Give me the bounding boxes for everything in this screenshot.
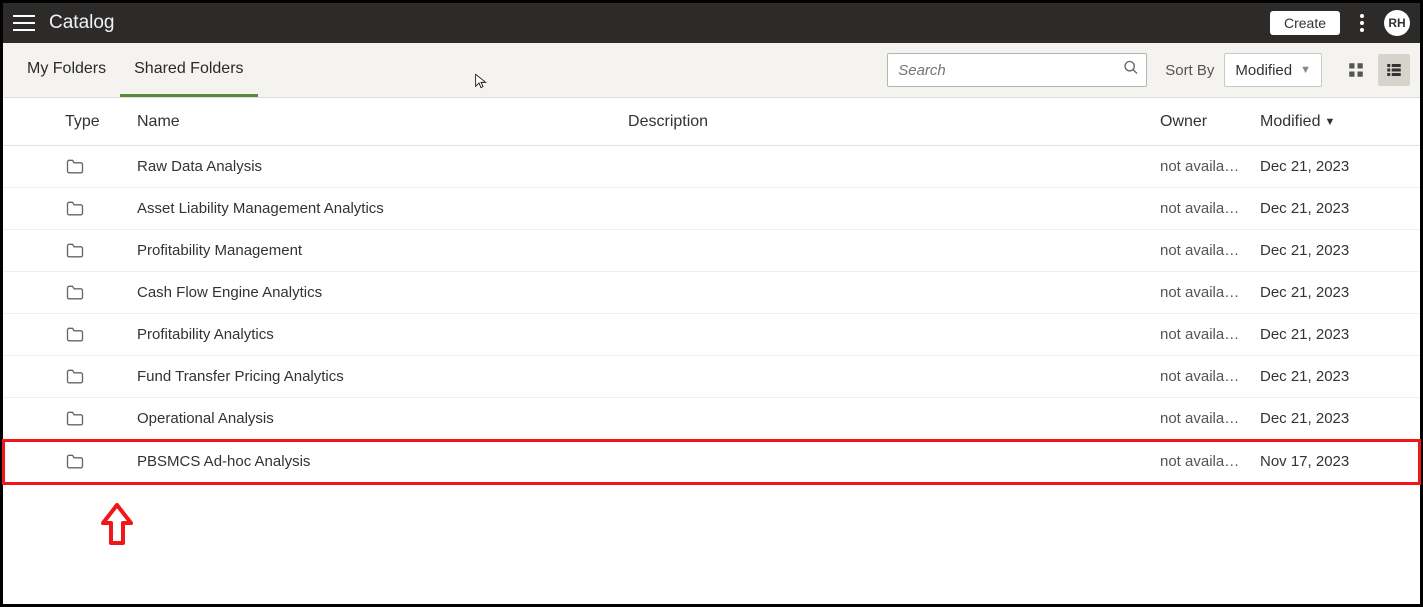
cell-name: Fund Transfer Pricing Analytics: [137, 368, 628, 385]
cell-owner: not availa…: [1160, 284, 1260, 301]
sub-bar: My Folders Shared Folders Sort By Modifi…: [3, 43, 1420, 98]
table-row[interactable]: Profitability Analytics not availa…Dec 21…: [3, 314, 1420, 356]
cell-owner: not availa…: [1160, 242, 1260, 259]
column-header-description[interactable]: Description: [628, 113, 1160, 131]
cell-name: Operational Analysis: [137, 410, 628, 427]
annotation-up-arrow-icon: [101, 503, 133, 547]
folder-icon: [65, 157, 137, 177]
cell-owner: not availa…: [1160, 200, 1260, 217]
top-bar: Catalog Create RH: [3, 3, 1420, 43]
cell-modified: Dec 21, 2023: [1260, 242, 1400, 259]
sort-descending-icon: ▼: [1324, 116, 1335, 128]
sort-select[interactable]: Modified ▼: [1224, 53, 1322, 87]
cell-owner: not availa…: [1160, 410, 1260, 427]
column-header-modified[interactable]: Modified ▼: [1260, 113, 1400, 131]
cell-name: PBSMCS Ad-hoc Analysis: [137, 453, 628, 470]
cell-modified: Dec 21, 2023: [1260, 368, 1400, 385]
cell-name: Cash Flow Engine Analytics: [137, 284, 628, 301]
app-title: Catalog: [49, 12, 115, 34]
hamburger-menu-icon[interactable]: [13, 12, 35, 34]
cell-owner: not availa…: [1160, 453, 1260, 470]
cell-modified: Dec 21, 2023: [1260, 284, 1400, 301]
sort-selected-value: Modified: [1235, 62, 1292, 79]
search-container: [887, 53, 1147, 87]
column-header-owner[interactable]: Owner: [1160, 113, 1260, 131]
folder-tabs: My Folders Shared Folders: [13, 43, 258, 97]
table-row[interactable]: Raw Data Analysis not availa…Dec 21, 2023: [3, 146, 1420, 188]
folder-icon: [65, 325, 137, 345]
folder-icon: [65, 367, 137, 387]
tab-shared-folders[interactable]: Shared Folders: [120, 43, 257, 97]
catalog-table: Type Name Description Owner Modified ▼ R…: [3, 98, 1420, 484]
chevron-down-icon: ▼: [1300, 64, 1311, 76]
table-row[interactable]: Asset Liability Management Analytics not …: [3, 188, 1420, 230]
cell-name: Profitability Analytics: [137, 326, 628, 343]
cell-owner: not availa…: [1160, 326, 1260, 343]
column-header-type[interactable]: Type: [65, 113, 137, 131]
cell-name: Raw Data Analysis: [137, 158, 628, 175]
view-toggle: [1340, 54, 1410, 86]
cell-modified: Dec 21, 2023: [1260, 158, 1400, 175]
table-row[interactable]: Cash Flow Engine Analytics not availa…Dec…: [3, 272, 1420, 314]
tab-my-folders[interactable]: My Folders: [13, 43, 120, 97]
more-actions-icon[interactable]: [1350, 11, 1374, 35]
folder-icon: [65, 199, 137, 219]
cell-owner: not availa…: [1160, 368, 1260, 385]
column-header-name[interactable]: Name: [137, 113, 628, 131]
cell-modified: Nov 17, 2023: [1260, 453, 1400, 470]
cell-modified: Dec 21, 2023: [1260, 410, 1400, 427]
table-row[interactable]: PBSMCS Ad-hoc Analysis not availa…Nov 17,…: [3, 440, 1420, 484]
table-row[interactable]: Profitability Management not availa…Dec 2…: [3, 230, 1420, 272]
grid-view-button[interactable]: [1340, 54, 1372, 86]
table-row[interactable]: Operational Analysis not availa…Dec 21, 2…: [3, 398, 1420, 440]
folder-icon: [65, 452, 137, 472]
list-view-button[interactable]: [1378, 54, 1410, 86]
folder-icon: [65, 409, 137, 429]
search-input[interactable]: [887, 53, 1147, 87]
folder-icon: [65, 283, 137, 303]
table-header: Type Name Description Owner Modified ▼: [3, 98, 1420, 146]
cell-owner: not availa…: [1160, 158, 1260, 175]
cell-name: Profitability Management: [137, 242, 628, 259]
folder-icon: [65, 241, 137, 261]
table-row[interactable]: Fund Transfer Pricing Analytics not avail…: [3, 356, 1420, 398]
cell-modified: Dec 21, 2023: [1260, 326, 1400, 343]
cell-name: Asset Liability Management Analytics: [137, 200, 628, 217]
cell-modified: Dec 21, 2023: [1260, 200, 1400, 217]
user-avatar[interactable]: RH: [1384, 10, 1410, 36]
sort-by-label: Sort By: [1165, 62, 1214, 79]
create-button[interactable]: Create: [1270, 11, 1340, 35]
